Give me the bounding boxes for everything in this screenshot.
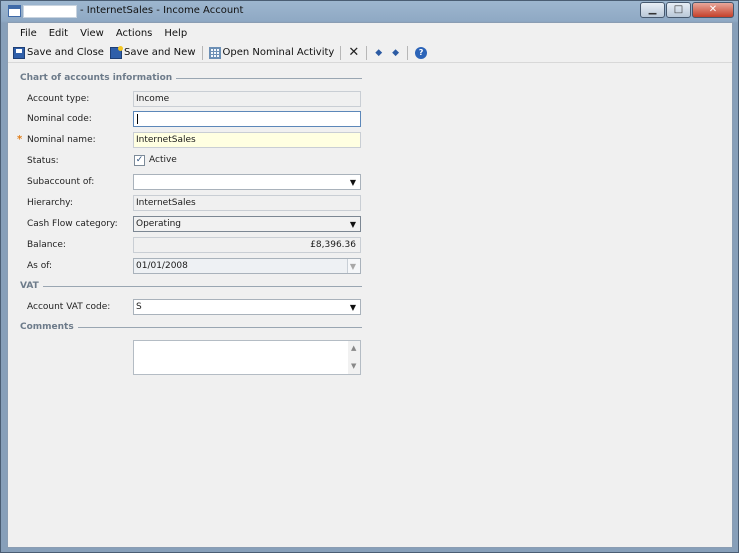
status-label: Status: <box>27 156 59 166</box>
section-title: Chart of accounts information <box>20 73 173 83</box>
account-vat-value: S <box>136 302 142 312</box>
balance-value: £8,396.36 <box>133 237 361 253</box>
subaccount-label: Subaccount of: <box>27 177 95 187</box>
section-chart-of-accounts: Chart of accounts information <box>20 73 362 83</box>
active-checkbox[interactable]: ✓ <box>134 155 145 166</box>
grid-icon <box>208 46 221 59</box>
chevron-down-icon[interactable]: ▼ <box>350 303 356 312</box>
chevron-down-icon[interactable]: ▼ <box>350 220 356 229</box>
application-window: - InternetSales - Income Account ▁ □ ✕ F… <box>0 0 739 553</box>
help-icon[interactable]: ? <box>415 46 428 59</box>
balance-label: Balance: <box>27 240 66 250</box>
maximize-button[interactable]: □ <box>666 2 691 18</box>
section-title: Comments <box>20 322 74 332</box>
text-caret <box>137 114 138 124</box>
required-marker: * <box>17 134 23 145</box>
toolbar-separator <box>340 45 342 60</box>
section-comments: Comments <box>20 322 362 332</box>
row-nominal-name: * Nominal name: InternetSales <box>8 132 368 148</box>
scroll-up-icon[interactable]: ▲ <box>351 344 356 352</box>
minimize-button[interactable]: ▁ <box>640 2 665 18</box>
form-client-area: File Edit View Actions Help Save and Clo… <box>7 22 733 548</box>
save-and-close-label: Save and Close <box>27 47 104 58</box>
nominal-code-label: Nominal code: <box>27 114 92 124</box>
row-nominal-code: Nominal code: <box>8 111 368 127</box>
cash-flow-value: Operating <box>136 219 181 229</box>
open-nominal-activity-label: Open Nominal Activity <box>222 47 335 58</box>
toolbar-separator <box>407 45 409 60</box>
save-icon <box>13 46 25 59</box>
row-status: Status: ✓ Active <box>8 153 368 169</box>
next-record-icon[interactable]: ◆ <box>387 48 404 58</box>
close-button[interactable]: ✕ <box>692 2 734 18</box>
row-hierarchy: Hierarchy: InternetSales <box>8 195 368 211</box>
toolbar-separator <box>201 45 203 60</box>
window-controls: ▁ □ ✕ <box>639 2 734 18</box>
chevron-down-icon: ▼ <box>349 262 356 271</box>
hierarchy-value: InternetSales <box>133 195 361 211</box>
account-vat-label: Account VAT code: <box>27 302 111 312</box>
row-subaccount: Subaccount of: ▼ <box>8 174 368 190</box>
toolbar: Save and Close Save and New Open Nominal… <box>8 43 732 63</box>
title-bar[interactable]: - InternetSales - Income Account ▁ □ ✕ <box>1 1 738 22</box>
save-and-new-label: Save and New <box>123 47 196 58</box>
menu-actions[interactable]: Actions <box>110 28 159 39</box>
menu-view[interactable]: View <box>74 28 110 39</box>
as-of-label: As of: <box>27 261 53 271</box>
active-checkbox-label[interactable]: Active <box>149 155 177 165</box>
save-and-new-button[interactable]: Save and New <box>107 45 199 59</box>
scroll-down-icon[interactable]: ▼ <box>351 362 356 370</box>
account-vat-dropdown[interactable]: S ▼ <box>133 299 361 315</box>
nominal-code-input[interactable] <box>133 111 361 127</box>
chevron-down-icon[interactable]: ▼ <box>350 178 356 187</box>
as-of-value: 01/01/2008 <box>136 261 188 271</box>
account-type-label: Account type: <box>27 94 90 104</box>
as-of-date-field: 01/01/2008 ▼ <box>133 258 361 274</box>
menu-help[interactable]: Help <box>158 28 193 39</box>
open-nominal-activity-button[interactable]: Open Nominal Activity <box>206 46 338 59</box>
app-icon <box>8 5 21 17</box>
nominal-name-label: Nominal name: <box>27 135 96 145</box>
subaccount-dropdown[interactable]: ▼ <box>133 174 361 190</box>
row-cash-flow: Cash Flow category: Operating ▼ <box>8 216 368 232</box>
section-vat: VAT <box>20 281 362 291</box>
comments-textarea[interactable]: ▲ ▼ <box>133 340 361 375</box>
menu-file[interactable]: File <box>14 28 43 39</box>
row-account-type: Account type: Income <box>8 91 368 107</box>
title-redacted-area <box>23 5 77 18</box>
save-and-close-button[interactable]: Save and Close <box>10 46 107 59</box>
row-account-vat: Account VAT code: S ▼ <box>8 299 368 315</box>
row-as-of: As of: 01/01/2008 ▼ <box>8 258 368 274</box>
section-title: VAT <box>20 281 39 291</box>
menu-bar: File Edit View Actions Help <box>8 23 732 43</box>
toolbar-separator <box>366 45 368 60</box>
cash-flow-dropdown[interactable]: Operating ▼ <box>133 216 361 232</box>
delete-icon[interactable]: ✕ <box>344 46 363 59</box>
window-title: - InternetSales - Income Account <box>80 5 244 16</box>
nominal-name-input[interactable]: InternetSales <box>133 132 361 148</box>
menu-edit[interactable]: Edit <box>43 28 74 39</box>
comments-scrollbar[interactable]: ▲ ▼ <box>348 341 360 374</box>
hierarchy-label: Hierarchy: <box>27 198 73 208</box>
previous-record-icon[interactable]: ◆ <box>370 48 387 58</box>
cash-flow-label: Cash Flow category: <box>27 219 118 229</box>
save-new-icon <box>109 45 123 59</box>
row-balance: Balance: £8,396.36 <box>8 237 368 253</box>
account-type-value: Income <box>133 91 361 107</box>
